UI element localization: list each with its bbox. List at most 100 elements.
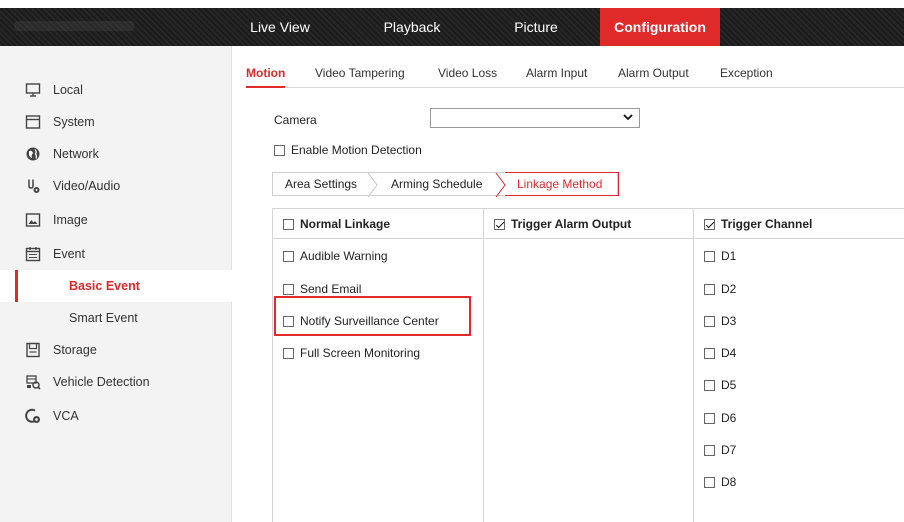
step-linkage-method[interactable]: Linkage Method — [505, 172, 619, 196]
trigger-alarm-output-checkbox[interactable]: Trigger Alarm Output — [494, 217, 631, 231]
sidebar-item-label: Vehicle Detection — [53, 375, 150, 389]
tab-motion[interactable]: Motion — [246, 66, 286, 88]
checkbox-box[interactable] — [283, 250, 294, 262]
enable-motion-detection-label: Enable Motion Detection — [291, 143, 422, 157]
sidebar: Local System Network Video/Audio Image E… — [0, 46, 232, 522]
camera-label: Camera — [274, 113, 317, 127]
event-tabs: Motion Video Tampering Video Loss Alarm … — [246, 66, 904, 88]
checkbox-box[interactable] — [704, 315, 715, 327]
checkbox-box[interactable] — [704, 218, 715, 230]
tab-video-tampering[interactable]: Video Tampering — [315, 66, 405, 80]
sidebar-item-local[interactable]: Local — [0, 74, 232, 106]
audible-warning-label: Audible Warning — [300, 249, 388, 263]
sidebar-item-label: Network — [53, 147, 99, 161]
sidebar-item-image[interactable]: Image — [0, 204, 232, 236]
channel-d2-checkbox[interactable]: D2 — [704, 282, 736, 296]
notify-surveillance-center-label: Notify Surveillance Center — [300, 314, 439, 328]
image-icon — [24, 211, 42, 229]
vca-icon — [24, 407, 42, 425]
channel-label: D6 — [721, 411, 737, 425]
sidebar-item-network[interactable]: Network — [0, 138, 232, 170]
checkbox-box[interactable] — [704, 283, 715, 295]
sidebar-item-smart-event[interactable]: Smart Event — [0, 302, 232, 334]
trigger-alarm-output-column: Trigger Alarm Output — [483, 208, 694, 522]
trigger-channel-checkbox[interactable]: Trigger Channel — [704, 217, 812, 231]
sidebar-item-label: Image — [53, 213, 88, 227]
notify-surveillance-center-checkbox[interactable]: Notify Surveillance Center — [283, 314, 439, 328]
nav-configuration[interactable]: Configuration — [600, 8, 720, 46]
sidebar-item-video-audio[interactable]: Video/Audio — [0, 170, 232, 202]
system-icon — [24, 113, 42, 131]
normal-linkage-header: Normal Linkage — [273, 209, 483, 239]
tab-alarm-output[interactable]: Alarm Output — [618, 66, 689, 80]
checkbox-box[interactable] — [704, 250, 715, 262]
trigger-channel-header: Trigger Channel — [694, 209, 904, 239]
globe-icon — [24, 145, 42, 163]
checkbox-box[interactable] — [274, 144, 285, 156]
checkbox-box[interactable] — [704, 476, 715, 488]
checkbox-box[interactable] — [283, 218, 294, 230]
channel-label: D1 — [721, 249, 737, 263]
camera-select[interactable] — [430, 108, 640, 128]
step-navigator: Area Settings Arming Schedule Linkage Me… — [272, 172, 619, 197]
channel-d6-checkbox[interactable]: D6 — [704, 411, 736, 425]
sidebar-item-event[interactable]: Event — [0, 238, 232, 270]
checkbox-box[interactable] — [704, 347, 715, 359]
step-area-settings[interactable]: Area Settings — [285, 173, 357, 197]
vehicle-icon — [24, 373, 42, 391]
sidebar-item-label: Local — [53, 83, 83, 97]
trigger-alarm-output-header: Trigger Alarm Output — [484, 209, 693, 239]
sidebar-item-storage[interactable]: Storage — [0, 334, 232, 366]
channel-label: D4 — [721, 346, 737, 360]
channel-d1-checkbox[interactable]: D1 — [704, 249, 736, 263]
full-screen-monitoring-label: Full Screen Monitoring — [300, 346, 421, 360]
trigger-alarm-output-label: Trigger Alarm Output — [511, 217, 632, 231]
channel-label: D7 — [721, 443, 737, 457]
brand-logo — [14, 21, 134, 31]
checkbox-box[interactable] — [494, 218, 505, 230]
normal-linkage-checkbox[interactable]: Normal Linkage — [283, 217, 390, 231]
sidebar-item-label: Video/Audio — [53, 179, 121, 193]
enable-motion-detection-checkbox[interactable]: Enable Motion Detection — [274, 143, 422, 157]
send-email-label: Send Email — [300, 282, 362, 296]
channel-d5-checkbox[interactable]: D5 — [704, 378, 736, 392]
checkbox-box[interactable] — [704, 412, 715, 424]
sidebar-item-label: Basic Event — [69, 279, 140, 293]
video-audio-icon — [24, 177, 42, 195]
channel-d8-checkbox[interactable]: D8 — [704, 475, 736, 489]
step-chevron-icon — [367, 173, 378, 197]
step-arming-schedule[interactable]: Arming Schedule — [391, 173, 482, 197]
checkbox-box[interactable] — [283, 315, 294, 327]
tab-video-loss[interactable]: Video Loss — [438, 66, 497, 80]
channel-d4-checkbox[interactable]: D4 — [704, 346, 736, 360]
checkbox-box[interactable] — [704, 379, 715, 391]
channel-label: D8 — [721, 475, 737, 489]
chevron-down-icon — [623, 114, 633, 121]
channel-d7-checkbox[interactable]: D7 — [704, 443, 736, 457]
sidebar-item-system[interactable]: System — [0, 106, 232, 138]
nav-picture[interactable]: Picture — [494, 8, 578, 46]
storage-icon — [24, 341, 42, 359]
channel-label: D2 — [721, 282, 737, 296]
channel-d3-checkbox[interactable]: D3 — [704, 314, 736, 328]
sidebar-item-label: Storage — [53, 343, 97, 357]
send-email-checkbox[interactable]: Send Email — [283, 282, 361, 296]
nav-playback[interactable]: Playback — [362, 8, 462, 46]
sidebar-item-vehicle-detection[interactable]: Vehicle Detection — [0, 366, 232, 398]
sidebar-item-label: System — [53, 115, 95, 129]
channel-label: D5 — [721, 378, 737, 392]
checkbox-box[interactable] — [283, 347, 294, 359]
tab-exception[interactable]: Exception — [720, 66, 773, 80]
audible-warning-checkbox[interactable]: Audible Warning — [283, 249, 388, 263]
checkbox-box[interactable] — [704, 444, 715, 456]
tab-alarm-input[interactable]: Alarm Input — [526, 66, 587, 80]
top-strip — [0, 0, 904, 8]
checkbox-box[interactable] — [283, 283, 294, 295]
sidebar-item-vca[interactable]: VCA — [0, 400, 232, 432]
top-navigation-bar: Live View Playback Picture Configuration — [0, 8, 904, 46]
trigger-channel-label: Trigger Channel — [721, 217, 813, 231]
main-content: Motion Video Tampering Video Loss Alarm … — [232, 46, 904, 522]
sidebar-item-basic-event[interactable]: Basic Event — [0, 270, 232, 302]
nav-live-view[interactable]: Live View — [236, 8, 324, 46]
full-screen-monitoring-checkbox[interactable]: Full Screen Monitoring — [283, 346, 420, 360]
